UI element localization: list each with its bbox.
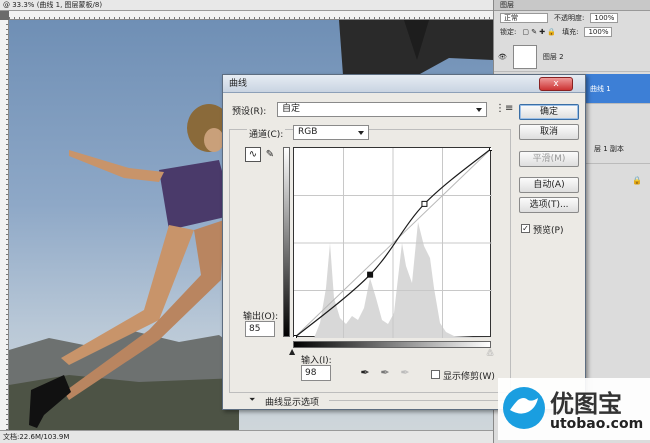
channel-value: RGB [298,127,318,137]
preset-label: 预设(R): [232,107,267,117]
face-shape [204,128,224,152]
curve-edit-icon[interactable]: ∿ [245,147,261,162]
preset-select[interactable]: 自定 [277,102,487,117]
dialog-titlebar[interactable]: 曲线 x [223,75,585,93]
curve-display-options-label[interactable]: 曲线显示选项 [265,395,319,408]
white-point-slider[interactable]: △ [487,347,493,356]
blend-mode-select[interactable]: 正常 [500,13,548,23]
blend-row: 正常 不透明度: 100% [494,11,650,25]
preview-checkbox[interactable]: ✓ [521,224,530,233]
eye-icon[interactable]: 👁 [498,53,507,61]
curves-dialog: 曲线 x 预设(R): 自定 ⋮≡ 通道(C): RGB ∿ ✎ ▲ △ 输出(… [222,74,586,410]
smooth-button[interactable]: 平滑(M) [519,151,579,167]
fill-label: 填充: [562,28,579,36]
ok-button[interactable]: 确定 [519,104,579,120]
watermark-url: utobao.com [550,416,644,432]
chevron-down-icon [476,108,482,112]
layer-name: 图层 2 [542,52,564,61]
white-eyedropper-icon[interactable]: ✒ [399,365,411,381]
close-button[interactable]: x [539,77,573,91]
curves-graph[interactable] [291,145,495,341]
lock-icons[interactable]: ▢ ✎ ✚ 🔒 [522,25,556,39]
auto-button[interactable]: 自动(A) [519,177,579,193]
curve-point [489,145,495,151]
dialog-title: 曲线 [229,79,248,89]
layer-item-layer2[interactable]: 👁 图层 2 [494,42,650,72]
arm-shape [69,150,164,182]
layers-tab-label: 图层 [500,1,514,9]
lock-row: 锁定: ▢ ✎ ✚ 🔒 填充: 100% [494,25,650,39]
pencil-icon[interactable]: ✎ [263,147,277,162]
channel-select[interactable]: RGB [293,125,369,140]
opacity-label: 不透明度: [554,14,585,22]
preset-options-icon[interactable]: ⋮≡ [495,103,513,114]
cancel-button[interactable]: 取消 [519,124,579,140]
gray-eyedropper-icon[interactable]: ✒ [379,365,391,381]
layers-tab[interactable]: 图层 [494,0,650,11]
output-field[interactable]: 85 [245,321,275,337]
curve-point-selected [367,271,374,278]
layer-name: 曲线 1 [590,84,611,93]
document-title: @ 33.3% (曲线 1, 图层蒙板/8) [3,1,103,9]
top-ruler [9,11,493,20]
input-field[interactable]: 98 [301,365,331,381]
channel-label: 通道(C): [247,127,286,140]
status-bar: 文档:22.6M/103.9M [0,430,493,443]
divider [329,400,509,401]
bird-icon [503,387,545,429]
layer-thumbnail [512,44,537,69]
curves-svg [291,145,495,341]
options-button[interactable]: 选项(T)... [519,197,579,213]
document-size: 文档:22.6M/103.9M [3,433,70,441]
layer-name: 层 1 副本 [594,144,624,153]
expand-icon[interactable]: ⏷ [249,395,255,405]
show-clipping-label: 显示修剪(W) [443,372,495,382]
left-ruler [0,20,9,430]
fill-input[interactable]: 100% [584,27,613,37]
watermark-brand: 优图宝 [550,390,622,418]
curve-point [291,335,297,341]
output-gradient [283,147,290,337]
preset-value: 自定 [282,104,301,114]
preview-label: 预览(P) [533,226,564,236]
curve-point [421,200,428,207]
opacity-input[interactable]: 100% [590,13,619,23]
input-gradient [293,341,491,348]
show-clipping-checkbox[interactable] [431,370,440,379]
black-eyedropper-icon[interactable]: ✒ [359,365,371,381]
chevron-down-icon [358,131,364,135]
document-tab[interactable]: @ 33.3% (曲线 1, 图层蒙板/8) [0,0,493,11]
lock-icon: 🔒 [632,176,642,185]
black-point-slider[interactable]: ▲ [289,347,295,356]
lock-label: 锁定: [500,28,517,36]
watermark-logo: 优图宝 utobao.com [498,378,650,440]
